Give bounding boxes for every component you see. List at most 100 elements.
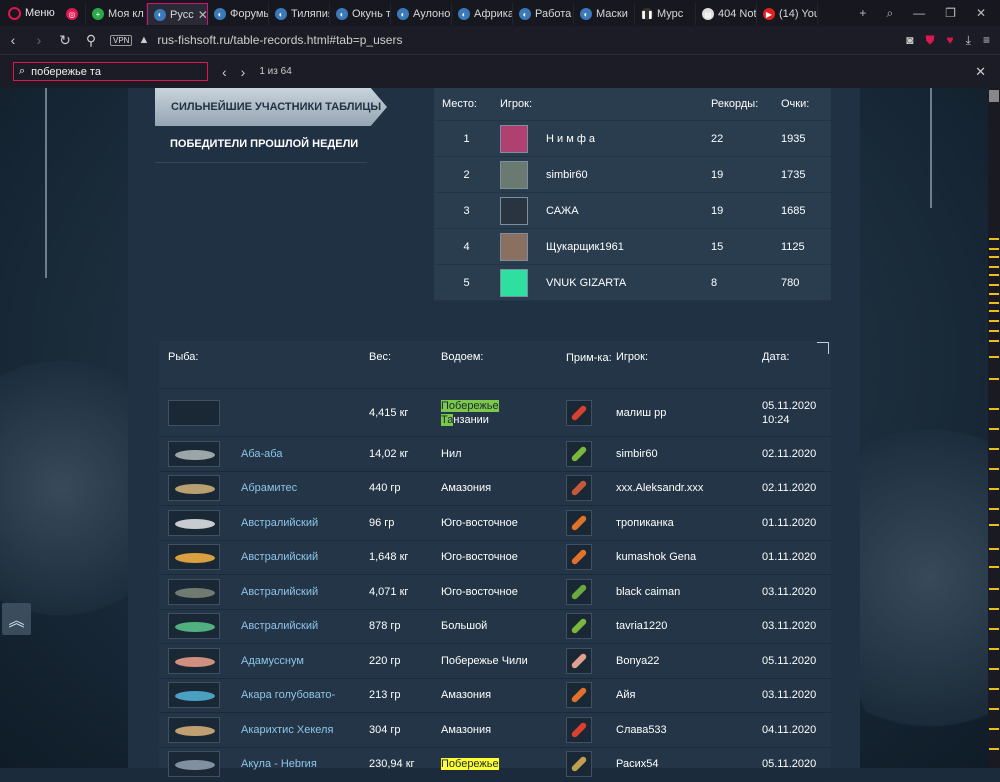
- avatar[interactable]: [500, 269, 528, 297]
- avatar[interactable]: [500, 125, 528, 153]
- fish-image: [168, 544, 220, 570]
- browser-tab[interactable]: ◐Африка: [452, 3, 513, 25]
- menu-lines-icon[interactable]: ≡: [983, 33, 990, 47]
- back-icon[interactable]: ‹: [0, 32, 26, 48]
- fish-player[interactable]: xxx.Aleksandr.xxx: [616, 482, 762, 494]
- camera-icon[interactable]: ◙: [906, 33, 913, 47]
- bait-image: [566, 717, 592, 743]
- fish-name[interactable]: Акула - Нebrия: [241, 758, 369, 770]
- download-icon[interactable]: ⤓: [966, 33, 971, 48]
- scroll-up-button[interactable]: ︽: [2, 603, 31, 635]
- browser-tab[interactable]: ◐Форумы: [208, 3, 269, 25]
- fish-player[interactable]: kumashok Gena: [616, 551, 762, 563]
- vpn-badge[interactable]: VPN: [110, 35, 132, 46]
- browser-tab[interactable]: ◐Окунь т: [330, 3, 391, 25]
- fish-weight: 1,648 кг: [369, 551, 441, 563]
- menu-strongest-players[interactable]: СИЛЬНЕЙШИЕ УЧАСТНИКИ ТАБЛИЦЫ: [155, 88, 387, 126]
- fish-player[interactable]: Айя: [616, 689, 762, 701]
- restore-icon[interactable]: ❐: [945, 6, 956, 21]
- tab-label: Маски: [596, 8, 628, 20]
- fish-name[interactable]: Акара голубовато-: [241, 689, 369, 701]
- tab-label: Тиляпия: [291, 8, 330, 20]
- fish-name[interactable]: Акарихтис Хекеля: [241, 724, 369, 736]
- player-name[interactable]: Щукарщик1961: [546, 241, 624, 253]
- fish-weight: 230,94 кг: [369, 758, 441, 770]
- header-weight: Вес:: [369, 351, 441, 388]
- avatar[interactable]: [500, 161, 528, 189]
- expand-icon[interactable]: [817, 342, 829, 354]
- browser-tab[interactable]: ◐Тиляпия: [269, 3, 330, 25]
- tab-label: Аулоно: [413, 8, 450, 20]
- fish-name[interactable]: Адамусснум: [241, 655, 369, 667]
- forward-icon[interactable]: ›: [26, 32, 52, 48]
- scrollbar-thumb[interactable]: [989, 90, 999, 102]
- player-cell[interactable]: Н и м ф а: [499, 125, 711, 153]
- player-cell[interactable]: САЖА: [499, 197, 711, 225]
- fish-player[interactable]: Расих54: [616, 758, 762, 770]
- find-next-icon[interactable]: ›: [241, 64, 246, 80]
- browser-menu-button[interactable]: Меню: [0, 7, 60, 20]
- fish-name[interactable]: Австралийский: [241, 517, 369, 529]
- find-input[interactable]: ⌕ побережье та: [13, 62, 208, 81]
- find-match-marker: [989, 566, 999, 568]
- close-window-icon[interactable]: ✕: [976, 6, 986, 21]
- header-place: Место:: [434, 98, 499, 110]
- fish-name[interactable]: Австралийский: [241, 586, 369, 598]
- url-field[interactable]: rus-fishsoft.ru/table-records.html#tab=p…: [157, 33, 402, 47]
- browser-tab[interactable]: ◐Аулоно: [391, 3, 452, 25]
- menu-last-week-winners[interactable]: ПОБЕДИТЕЛИ ПРОШЛОЙ НЕДЕЛИ: [155, 138, 367, 163]
- fish-player[interactable]: малиш рр: [616, 407, 762, 419]
- shield-icon[interactable]: ⛊: [926, 33, 935, 48]
- fish-name[interactable]: Аба-аба: [241, 448, 369, 460]
- browser-tab[interactable]: +Моя кл: [86, 3, 147, 25]
- fish-name[interactable]: Абрамитес: [241, 482, 369, 494]
- avatar[interactable]: [500, 197, 528, 225]
- reload-icon[interactable]: ↻: [52, 32, 78, 49]
- player-cell[interactable]: VNUK GIZARTA: [499, 269, 711, 297]
- minimize-icon[interactable]: —: [913, 6, 925, 21]
- player-cell[interactable]: simbir60: [499, 161, 711, 189]
- browser-tab[interactable]: ▤404 Not: [696, 3, 757, 25]
- page-scrollbar[interactable]: [988, 88, 1000, 768]
- find-close-icon[interactable]: ✕: [975, 64, 986, 80]
- fish-water: Амазония: [441, 689, 562, 701]
- search-tabs-icon[interactable]: ⌕: [886, 6, 893, 21]
- fish-player[interactable]: black caiman: [616, 586, 762, 598]
- site-info-icon[interactable]: ⚲: [78, 32, 104, 49]
- browser-tab[interactable]: ◐ Маски: [574, 3, 635, 25]
- find-match-marker: [989, 248, 999, 250]
- tab-close-icon[interactable]: ✕: [198, 8, 208, 22]
- fish-player[interactable]: тропиканка: [616, 517, 762, 529]
- heart-icon[interactable]: ♥: [947, 33, 954, 47]
- table-row: Акара голубовато-213 грАмазонияАйя03.11.…: [159, 679, 831, 714]
- find-query: побережье та: [31, 66, 101, 78]
- fish-player[interactable]: tavria1220: [616, 620, 762, 632]
- find-match-marker: [989, 284, 999, 286]
- player-cell[interactable]: Щукарщик1961: [499, 233, 711, 261]
- player-name[interactable]: simbir60: [546, 169, 588, 181]
- fish-name[interactable]: Австралийский: [241, 620, 369, 632]
- new-tab-icon[interactable]: +: [859, 6, 866, 21]
- fish-weight: 96 гр: [369, 517, 441, 529]
- browser-tab[interactable]: ❚❚Мурс: [635, 3, 696, 25]
- fishsoft-icon: ◐: [580, 8, 592, 20]
- find-prev-icon[interactable]: ‹: [222, 64, 227, 80]
- warning-icon[interactable]: ▲: [138, 34, 149, 46]
- player-name[interactable]: VNUK GIZARTA: [546, 277, 626, 289]
- player-name[interactable]: Н и м ф а: [546, 133, 595, 145]
- fish-name[interactable]: Австралийский: [241, 551, 369, 563]
- opera-logo-icon: [8, 7, 21, 20]
- player-name[interactable]: САЖА: [546, 205, 579, 217]
- bait-image: [566, 613, 592, 639]
- place-cell: 3: [434, 205, 499, 217]
- browser-tab[interactable]: ◐Русс✕: [147, 3, 208, 25]
- browser-tab[interactable]: ◎: [60, 3, 86, 25]
- browser-tab[interactable]: ▶(14) You: [757, 3, 818, 25]
- fish-player[interactable]: simbir60: [616, 448, 762, 460]
- fish-player[interactable]: Слава533: [616, 724, 762, 736]
- browser-tab[interactable]: ◐Работа: [513, 3, 574, 25]
- avatar[interactable]: [500, 233, 528, 261]
- fish-player[interactable]: Bonya22: [616, 655, 762, 667]
- fish-image: [168, 648, 220, 674]
- find-match-marker: [989, 688, 999, 690]
